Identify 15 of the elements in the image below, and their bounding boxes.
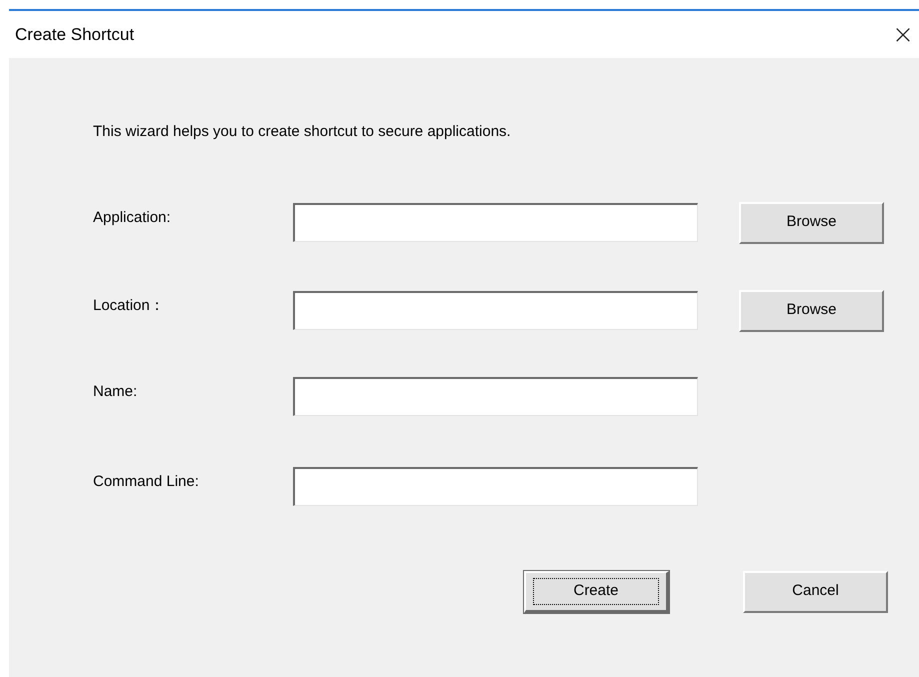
default-button[interactable]: Create — [524, 570, 669, 612]
input-field[interactable] — [293, 291, 698, 330]
input-field[interactable] — [293, 466, 698, 506]
push-button[interactable]: Browse — [739, 290, 884, 332]
intro-text: This wizard helps you to create shortcut to secure applications. — [93, 122, 512, 142]
window-title: Create Shortcut — [15, 24, 134, 46]
field-label: Application: — [93, 208, 172, 228]
input-field[interactable] — [293, 203, 698, 242]
field-label: Command Line: — [93, 472, 200, 492]
push-button[interactable]: Cancel — [743, 570, 888, 612]
close-button[interactable]: × — [891, 20, 915, 48]
input-field[interactable] — [293, 376, 698, 416]
field-label: Location： — [93, 296, 166, 316]
field-label: Name: — [93, 382, 138, 402]
push-button[interactable]: Browse — [739, 202, 884, 244]
